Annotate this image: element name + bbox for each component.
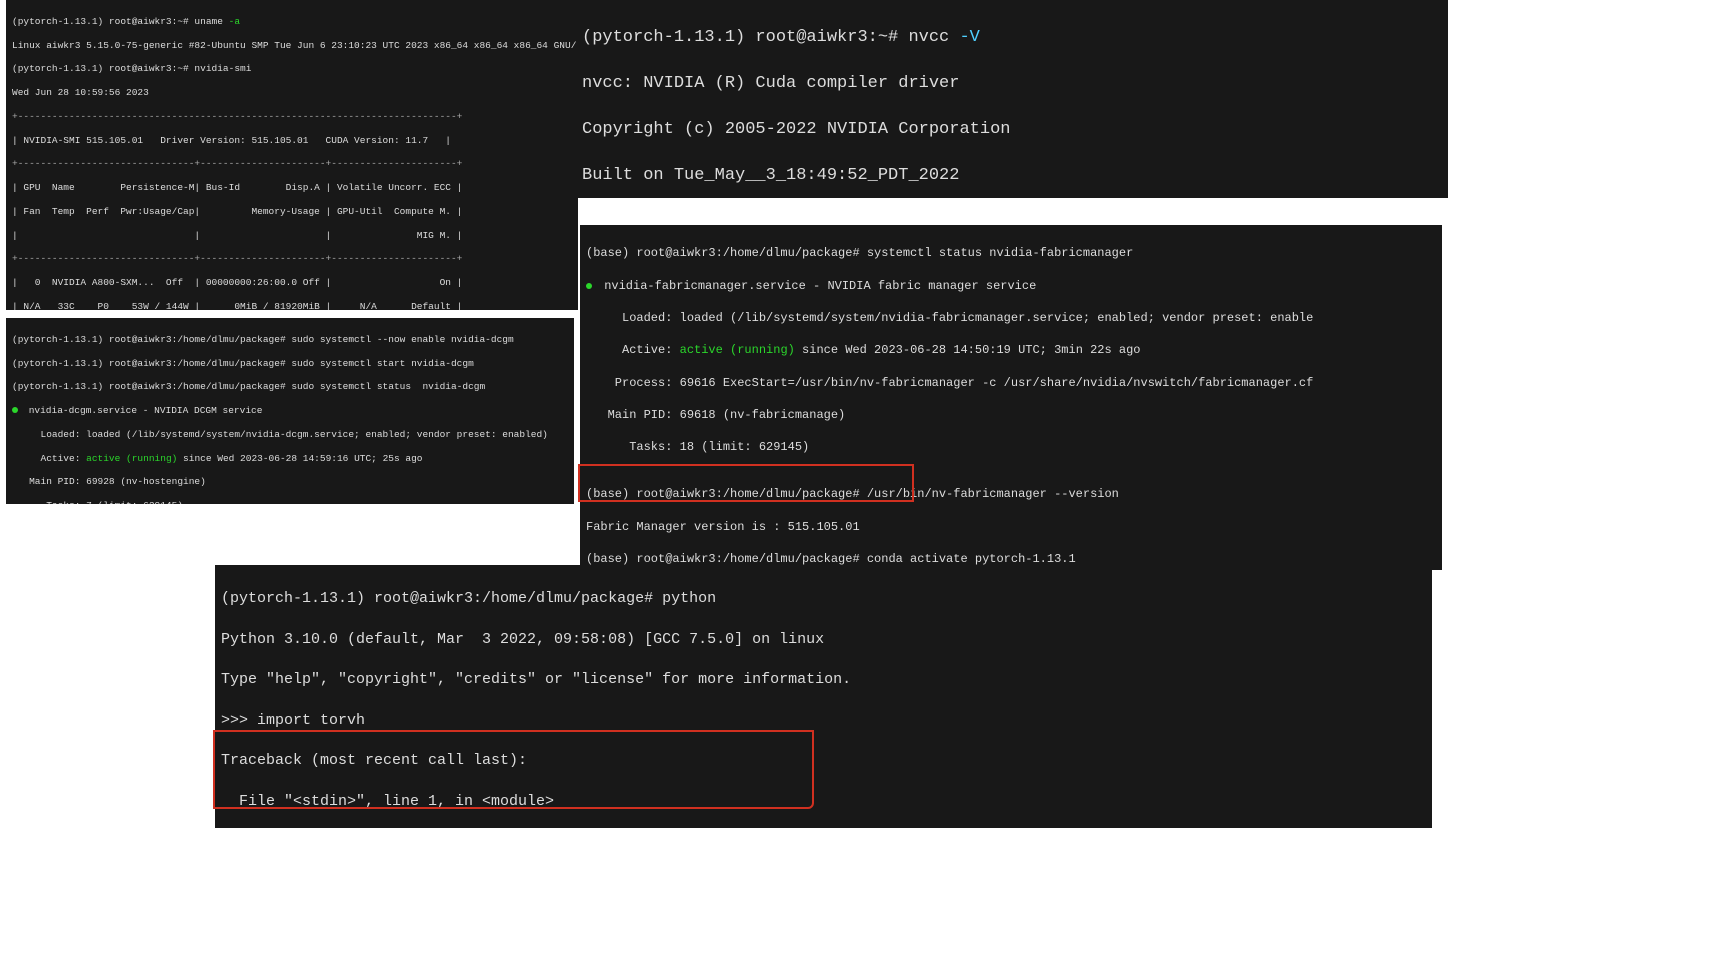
line: Loaded: loaded (/lib/systemd/system/nvid… (586, 310, 1436, 326)
sep: +---------------------------------------… (12, 111, 572, 123)
terminal-dcgm[interactable]: (pytorch-1.13.1) root@aiwkr3:/home/dlmu/… (6, 318, 574, 504)
terminal-nvcc[interactable]: (pytorch-1.13.1) root@aiwkr3:~# nvcc -V … (576, 0, 1448, 198)
line: Traceback (most recent call last): (221, 751, 1426, 771)
gpu0: | 0 NVIDIA A800-SXM... Off | 00000000:26… (12, 277, 572, 289)
terminal-fabricmanager-version[interactable]: (base) root@aiwkr3:/home/dlmu/package# /… (580, 466, 1442, 570)
hd: | Fan Temp Perf Pwr:Usage/Cap| Memory-Us… (12, 206, 572, 218)
line: (pytorch-1.13.1) root@aiwkr3:~# nvcc -V (582, 27, 1442, 50)
line: Fabric Manager version is : 515.105.01 (586, 519, 1436, 535)
gpu0: | N/A 33C P0 53W / 144W | 0MiB / 81920Mi… (12, 301, 572, 310)
line: Process: 69616 ExecStart=/usr/bin/nv-fab… (586, 375, 1436, 391)
sep: +-------------------------------+-------… (12, 158, 572, 170)
line: (pytorch-1.13.1) root@aiwkr3:~# nvidia-s… (12, 63, 572, 75)
line: Main PID: 69618 (nv-fabricmanage) (586, 407, 1436, 423)
line: nvcc: NVIDIA (R) Cuda compiler driver (582, 73, 1442, 96)
line: Built on Tue_May__3_18:49:52_PDT_2022 (582, 165, 1442, 188)
status-dot-icon (586, 283, 592, 289)
line: >>> import torvh (221, 711, 1426, 731)
terminal-fabricmanager-status[interactable]: (base) root@aiwkr3:/home/dlmu/package# s… (580, 225, 1442, 469)
line: Main PID: 69928 (nv-hostengine) (12, 476, 568, 488)
line: Python 3.10.0 (default, Mar 3 2022, 09:5… (221, 630, 1426, 650)
status-dot-icon (12, 407, 18, 413)
sep: +-------------------------------+-------… (12, 253, 572, 265)
line: Active: active (running) since Wed 2023-… (586, 342, 1436, 358)
line: Tasks: 18 (limit: 629145) (586, 439, 1436, 455)
line: (base) root@aiwkr3:/home/dlmu/package# s… (586, 245, 1436, 261)
line: nvidia-fabricmanager.service - NVIDIA fa… (586, 278, 1436, 294)
line: (pytorch-1.13.1) root@aiwkr3:~# uname -a (12, 16, 572, 28)
hd: | GPU Name Persistence-M| Bus-Id Disp.A … (12, 182, 572, 194)
terminal-python-torch[interactable]: (pytorch-1.13.1) root@aiwkr3:/home/dlmu/… (215, 565, 1432, 828)
line: (base) root@aiwkr3:/home/dlmu/package# /… (586, 486, 1436, 502)
line: Copyright (c) 2005-2022 NVIDIA Corporati… (582, 119, 1442, 142)
line: Tasks: 7 (limit: 629145) (12, 500, 568, 504)
line: Wed Jun 28 10:59:56 2023 (12, 87, 572, 99)
hdr: | NVIDIA-SMI 515.105.01 Driver Version: … (12, 135, 572, 147)
line: (pytorch-1.13.1) root@aiwkr3:/home/dlmu/… (221, 589, 1426, 609)
line: (pytorch-1.13.1) root@aiwkr3:/home/dlmu/… (12, 334, 568, 346)
line: (pytorch-1.13.1) root@aiwkr3:/home/dlmu/… (12, 381, 568, 393)
line: Type "help", "copyright", "credits" or "… (221, 670, 1426, 690)
line: (pytorch-1.13.1) root@aiwkr3:/home/dlmu/… (12, 358, 568, 370)
line: File "<stdin>", line 1, in <module> (221, 792, 1426, 812)
line: nvidia-dcgm.service - NVIDIA DCGM servic… (12, 405, 568, 417)
terminal-nvidia-smi[interactable]: (pytorch-1.13.1) root@aiwkr3:~# uname -a… (6, 0, 578, 310)
line: Loaded: loaded (/lib/systemd/system/nvid… (12, 429, 568, 441)
line: Active: active (running) since Wed 2023-… (12, 453, 568, 465)
line: Linux aiwkr3 5.15.0-75-generic #82-Ubunt… (12, 40, 572, 52)
hd: | | | MIG M. | (12, 230, 572, 242)
